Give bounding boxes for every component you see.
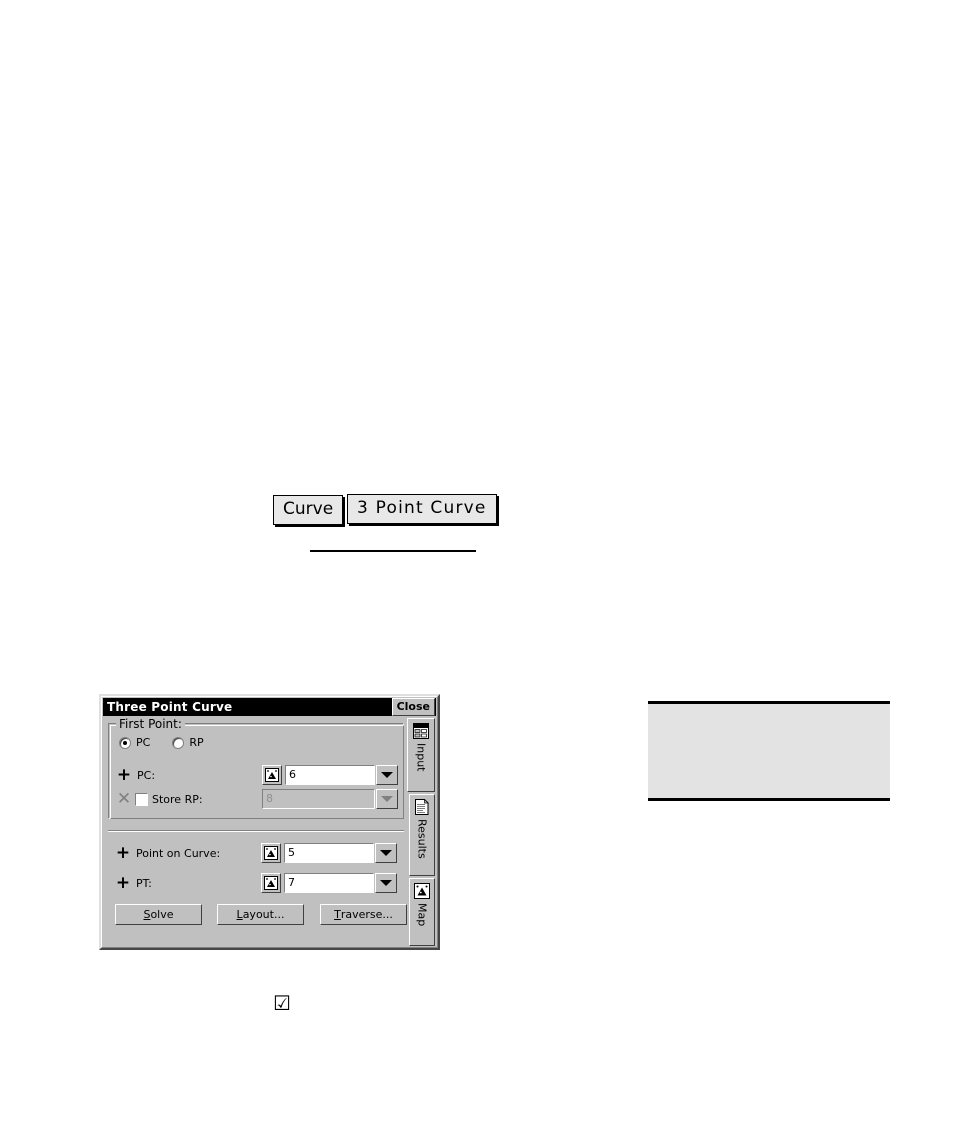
radio-pc-label: PC	[136, 736, 151, 749]
traverse-button[interactable]: Traverse...	[320, 904, 407, 925]
tab-results[interactable]: Results	[409, 794, 435, 876]
curve-command-box: Curve	[273, 495, 344, 525]
x-icon[interactable]: ✕	[115, 790, 133, 808]
section-separator	[108, 830, 404, 832]
tab-input[interactable]: Input	[407, 718, 435, 792]
store-rp-input: 8	[262, 789, 375, 809]
dialog-titlebar: Three Point Curve Close	[103, 698, 436, 716]
tab-input-label: Input	[414, 743, 428, 772]
note-box	[648, 701, 890, 801]
radio-rp-mark[interactable]	[172, 736, 185, 749]
map-pick-icon	[265, 768, 279, 782]
radio-rp-label: RP	[189, 736, 204, 749]
pt-map-pick-button[interactable]	[261, 873, 281, 893]
three-point-curve-dialog: Three Point Curve Close First Point: PC …	[99, 694, 440, 950]
point-on-curve-field-row: + Point on Curve: 5	[114, 842, 404, 864]
pt-input[interactable]: 7	[284, 873, 374, 893]
radio-rp[interactable]: RP	[172, 736, 204, 749]
first-point-groupbox: First Point: PC RP + PC: 6 ✕ Store RP: 8	[108, 717, 404, 819]
radio-pc[interactable]: PC	[119, 736, 150, 749]
pt-field-row: + PT: 7	[114, 872, 404, 894]
checked-checkbox-glyph: ☑	[273, 991, 291, 1015]
radio-pc-mark[interactable]	[119, 736, 131, 749]
point-on-curve-input[interactable]: 5	[284, 843, 374, 863]
store-rp-dropdown-button	[376, 789, 398, 809]
three-point-curve-command-box: 3 Point Curve	[347, 494, 497, 524]
first-point-legend: First Point:	[116, 717, 185, 731]
dialog-title: Three Point Curve	[107, 700, 233, 714]
chevron-down-icon	[381, 772, 393, 778]
plus-icon[interactable]: +	[114, 844, 132, 862]
tab-map[interactable]: Map	[409, 878, 435, 946]
layout-button-label: ayout...	[242, 908, 285, 921]
horizontal-rule	[310, 550, 476, 552]
map-pick-icon	[264, 876, 278, 890]
plus-icon[interactable]: +	[115, 766, 133, 784]
traverse-button-accel: T	[334, 908, 341, 921]
pc-field-row: + PC: 6	[115, 764, 401, 786]
point-on-curve-dropdown-button[interactable]	[375, 843, 397, 863]
pt-label: PT:	[136, 876, 152, 890]
point-on-curve-map-pick-button[interactable]	[261, 843, 281, 863]
pc-dropdown-button[interactable]	[376, 765, 398, 785]
chevron-down-icon	[381, 796, 393, 802]
pc-label: PC:	[137, 768, 156, 782]
store-rp-field-row: ✕ Store RP: 8	[115, 788, 401, 810]
solve-button[interactable]: Solve	[115, 904, 202, 925]
layout-button[interactable]: Layout...	[217, 904, 304, 925]
map-pick-icon	[264, 846, 278, 860]
pc-map-pick-button[interactable]	[262, 765, 282, 785]
pt-dropdown-button[interactable]	[375, 873, 397, 893]
map-pick-icon	[413, 882, 431, 900]
solve-button-label: olve	[150, 908, 174, 921]
pc-input[interactable]: 6	[285, 765, 375, 785]
form-icon	[412, 722, 430, 740]
vertical-tabstrip: Input Results Map	[407, 718, 435, 946]
point-on-curve-label: Point on Curve:	[136, 846, 221, 860]
tab-results-label: Results	[415, 819, 429, 859]
solve-button-accel: S	[143, 908, 151, 921]
chevron-down-icon	[380, 880, 392, 886]
close-button[interactable]: Close	[391, 698, 435, 716]
document-icon	[413, 798, 431, 816]
plus-icon[interactable]: +	[114, 874, 132, 892]
store-rp-label: Store RP:	[152, 792, 203, 806]
tab-map-label: Map	[415, 903, 429, 927]
traverse-button-label: raverse...	[340, 908, 393, 921]
dialog-content: First Point: PC RP + PC: 6 ✕ Store RP: 8…	[104, 717, 409, 944]
store-rp-checkbox[interactable]	[135, 792, 148, 806]
chevron-down-icon	[380, 850, 392, 856]
first-point-radio-group: PC RP	[119, 736, 204, 749]
